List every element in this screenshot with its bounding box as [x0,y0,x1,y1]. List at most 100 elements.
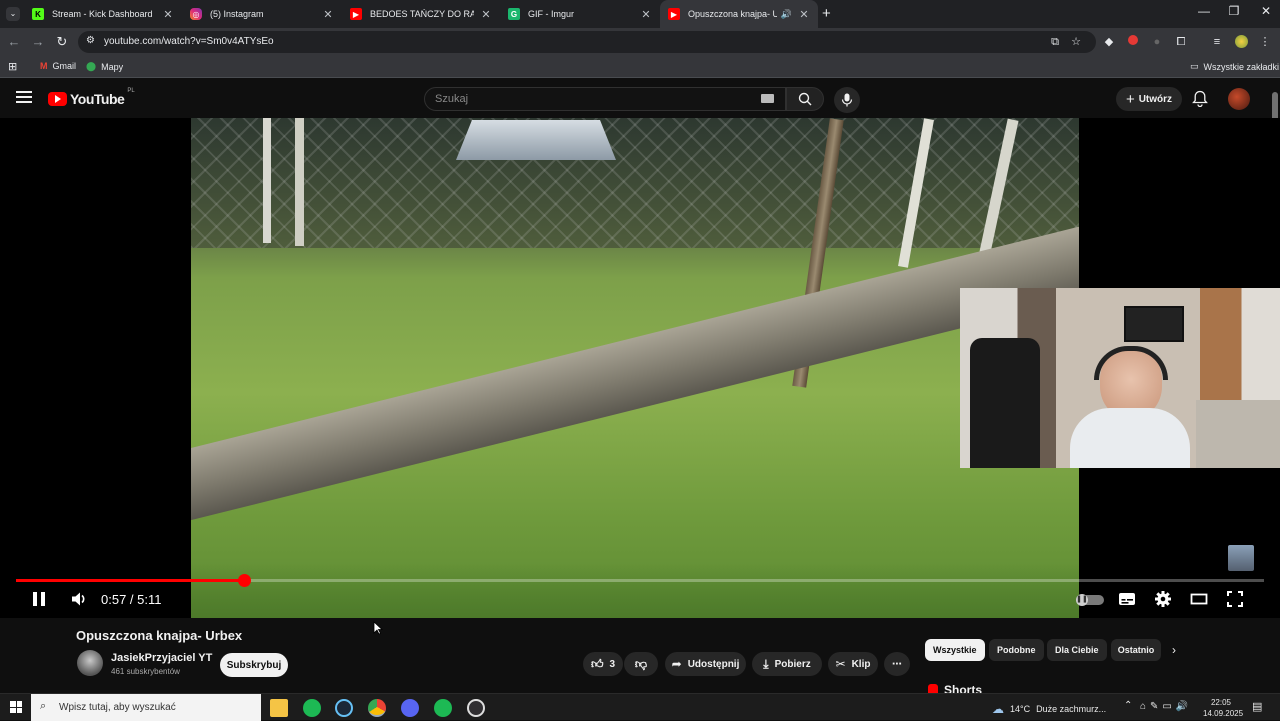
windows-taskbar: ⌕ Wpisz tutaj, aby wyszukać ☁ 14°C Duże … [0,693,1280,721]
close-icon[interactable]: ✕ [162,8,174,21]
more-actions-button[interactable]: ⋯ [884,652,910,676]
url-text: youtube.com/watch?v=Sm0v4ATYsEo [104,36,274,47]
tv [1124,306,1184,342]
pause-icon[interactable] [30,590,50,610]
microphone-icon [841,93,853,107]
chip-recent[interactable]: Ostatnio [1111,639,1161,661]
extension-icon[interactable]: ● [1150,35,1164,49]
search-button[interactable] [786,87,824,111]
chevron-right-icon[interactable]: › [1172,643,1176,657]
taskbar-search-input[interactable]: ⌕ Wpisz tutaj, aby wyszukać [31,694,261,721]
search-placeholder: Szukaj [435,93,469,105]
share-label: Udostępnij [687,658,740,670]
discord-icon[interactable] [401,699,419,717]
volume-icon[interactable] [70,590,90,610]
tray-icons[interactable]: ⌂✎▭🔊 [1140,701,1192,712]
tab-instagram[interactable]: ◎ (5) Instagram ✕ [182,0,342,28]
logo-text: YouTube [70,91,125,107]
bookmark-gmail[interactable]: M Gmail [40,61,76,71]
autoplay-toggle[interactable]: ❚❚ [1076,594,1104,606]
menu-kebab-icon[interactable]: ⋮ [1258,35,1272,49]
minimize-icon[interactable]: — [1194,4,1214,18]
obs-icon[interactable] [467,699,485,717]
extension-icon[interactable]: ◆ [1102,35,1116,49]
windows-start-icon[interactable] [10,701,22,713]
create-button[interactable]: + Utwórz [1116,87,1182,111]
back-icon[interactable]: ← [6,34,22,49]
tab-urbex[interactable]: ▶ Opuszczona knajpa- Urbex 🔊 ✕ [660,0,818,28]
channel-name[interactable]: JasiekPrzyjaciel YT [111,652,212,664]
close-icon[interactable]: ✕ [322,8,334,21]
forward-icon[interactable]: → [30,34,46,49]
tab-search-icon[interactable]: ⌄ [6,7,20,21]
theater-mode-icon[interactable] [1190,590,1210,610]
media-icon[interactable]: ≡ [1210,35,1224,49]
search-input[interactable]: Szukaj [424,87,786,111]
close-icon[interactable]: ✕ [640,8,652,21]
chip-similar[interactable]: Podobne [989,639,1044,661]
notifications-icon[interactable]: ▤ [1252,700,1262,713]
video-player[interactable]: 0:57 / 5:11 ❚❚ [0,118,1280,618]
like-button[interactable]: 👍︎ 3 [583,652,623,676]
dislike-button[interactable]: 👎︎ [624,652,658,676]
tab-bedoes[interactable]: ▶ BEDOES TAŃCZY DO RAE SREM ✕ [342,0,500,28]
webcam-overlay [960,288,1280,468]
video-frame[interactable] [191,118,1079,618]
channel-avatar[interactable] [77,650,103,676]
apps-grid-icon[interactable]: ⊞ [8,60,17,73]
chrome-icon[interactable] [368,699,386,717]
extension-record-icon[interactable] [1126,35,1140,49]
new-tab-button[interactable]: + [822,5,831,22]
subtitles-icon[interactable] [1118,590,1138,610]
file-explorer-icon[interactable] [270,699,288,717]
puzzle-icon[interactable]: ⧠ [1174,35,1188,49]
fence-post [295,118,304,246]
all-bookmarks[interactable]: ▭ Wszystkie zakładki [1190,61,1279,72]
streamer-shirt [1070,408,1190,468]
bookmarks-bar: ⊞ M Gmail ⬤ Mapy ▭ Wszystkie zakładki [0,56,1280,78]
chip-all[interactable]: Wszystkie [925,639,985,661]
weather-widget[interactable]: ☁ 14°C Duże zachmurz... [992,702,1106,716]
install-icon[interactable]: ⧉ [1048,35,1062,49]
umbrella [456,120,616,160]
hamburger-menu-icon[interactable] [16,91,32,103]
close-window-icon[interactable]: ✕ [1256,4,1276,18]
progress-bar[interactable] [16,574,1264,587]
keyboard-icon[interactable] [761,94,774,103]
fullscreen-icon[interactable] [1226,590,1246,610]
speaker-icon[interactable]: 🔊 [781,9,792,20]
youtube-logo[interactable]: YouTube PL [48,88,135,107]
spotify-icon[interactable] [434,699,452,717]
subscribe-button[interactable]: Subskrybuj [220,653,288,677]
close-icon[interactable]: ✕ [798,8,810,21]
site-info-icon[interactable]: ⚙ [86,35,95,46]
tray-chevron-icon[interactable]: ⌃ [1124,700,1132,711]
spotify-icon[interactable] [303,699,321,717]
reload-icon[interactable]: ↻ [54,34,70,50]
clip-label: Klip [851,658,871,670]
tab-imgur[interactable]: G GIF - Imgur ✕ [500,0,660,28]
voice-search-button[interactable] [834,87,860,113]
chip-for-you[interactable]: Dla Ciebie [1047,639,1107,661]
download-button[interactable]: ⤓ Pobierz [752,652,822,676]
account-avatar[interactable] [1228,88,1250,110]
youtube-icon: ▶ [668,8,680,20]
steam-icon[interactable] [335,699,353,717]
fence-post [263,118,271,243]
clip-button[interactable]: ✂ Klip [828,652,878,676]
profile-avatar[interactable] [1234,35,1248,49]
restore-icon[interactable]: ❐ [1224,4,1244,18]
gaming-chair [970,338,1040,468]
browser-tab-bar: ⌄ K Stream - Kick Dashboard ✕ ◎ (5) Inst… [0,0,1280,28]
taskbar-clock[interactable]: 22:05 14.09.2025 [1203,697,1243,719]
weather-text: Duże zachmurz... [1036,704,1107,714]
tab-kick[interactable]: K Stream - Kick Dashboard ✕ [24,0,182,28]
omnibox[interactable]: ⚙ youtube.com/watch?v=Sm0v4ATYsEo [78,31,1096,53]
close-icon[interactable]: ✕ [480,8,492,21]
bookmark-maps[interactable]: ⬤ Mapy [86,61,123,72]
notifications-bell-icon[interactable] [1192,90,1208,112]
end-thumbnail[interactable] [1228,545,1254,571]
share-button[interactable]: ➦ Udostępnij [665,652,746,676]
settings-gear-icon[interactable] [1154,590,1174,610]
bookmark-star-icon[interactable]: ☆ [1069,35,1083,49]
